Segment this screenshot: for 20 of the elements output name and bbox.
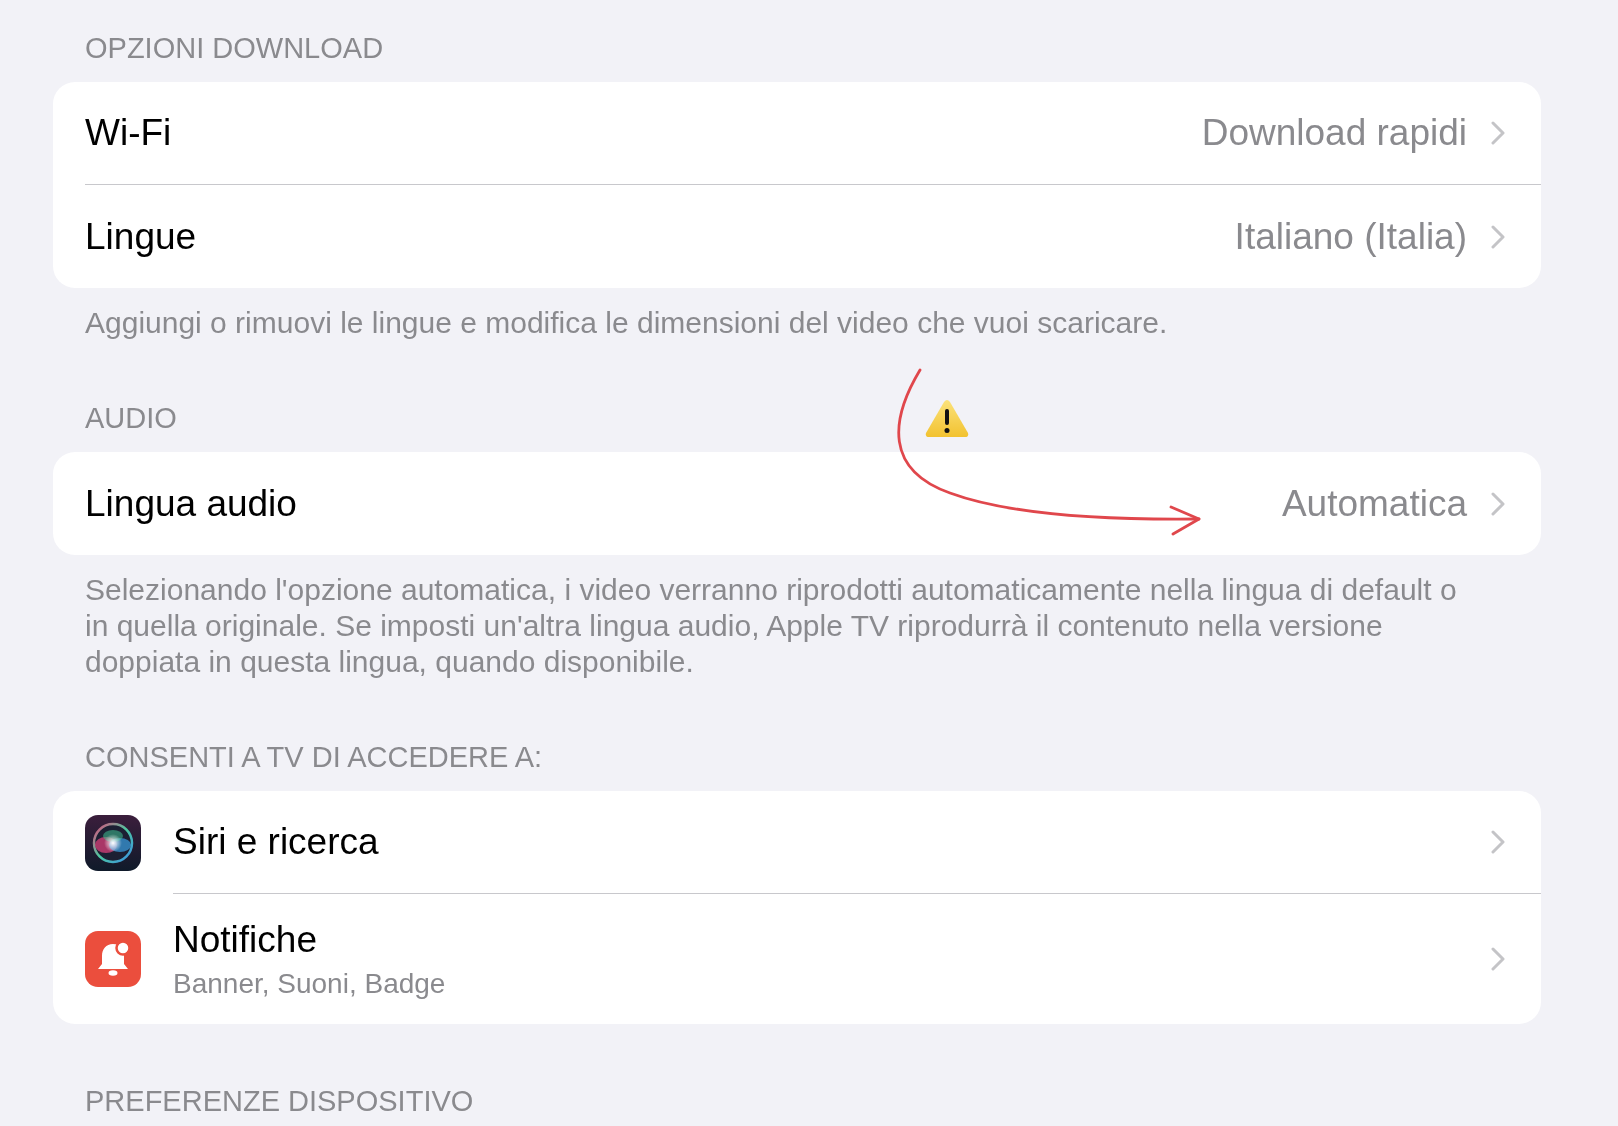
section-header: OPZIONI DOWNLOAD: [85, 31, 384, 65]
section-footer: Selezionando l'opzione automatica, i video verranno riprodotti automaticamente nella lingua di default o in quella originale. Se imposti un'altra lingua audio, Apple TV riprodurrà il contenuto nella versione doppiata in questa lingua, quando disponibile.: [53, 555, 1541, 680]
chevron-icon[interactable]: [1491, 830, 1505, 854]
section-header: CONSENTI A TV DI ACCEDERE A:: [85, 740, 543, 774]
row-label[interactable]: Lingue: [85, 214, 197, 259]
row-label[interactable]: Lingua audio: [85, 481, 297, 526]
section-header: AUDIO: [85, 401, 177, 435]
chevron-icon[interactable]: [1491, 121, 1505, 145]
voice-assistant-orb-icon: [85, 814, 141, 871]
chevron-icon[interactable]: [1491, 491, 1505, 516]
row-label[interactable]: Notifiche: [173, 917, 317, 962]
section-header: PREFERENZE DISPOSITIVO: [85, 1084, 474, 1118]
row-label[interactable]: Siri e ricerca: [173, 820, 379, 864]
warning-icon: [925, 399, 969, 437]
bell-icon: [85, 931, 141, 987]
row-subtitle: Banner, Suoni, Badge: [173, 966, 446, 1001]
section-footer: Aggiungi o rimuovi le lingue e modifica le dimensioni del video che vuoi scaricare.: [53, 288, 1541, 341]
chevron-icon[interactable]: [1491, 224, 1505, 249]
chevron-icon[interactable]: [1491, 947, 1505, 971]
row-label[interactable]: Wi-Fi: [85, 111, 172, 155]
